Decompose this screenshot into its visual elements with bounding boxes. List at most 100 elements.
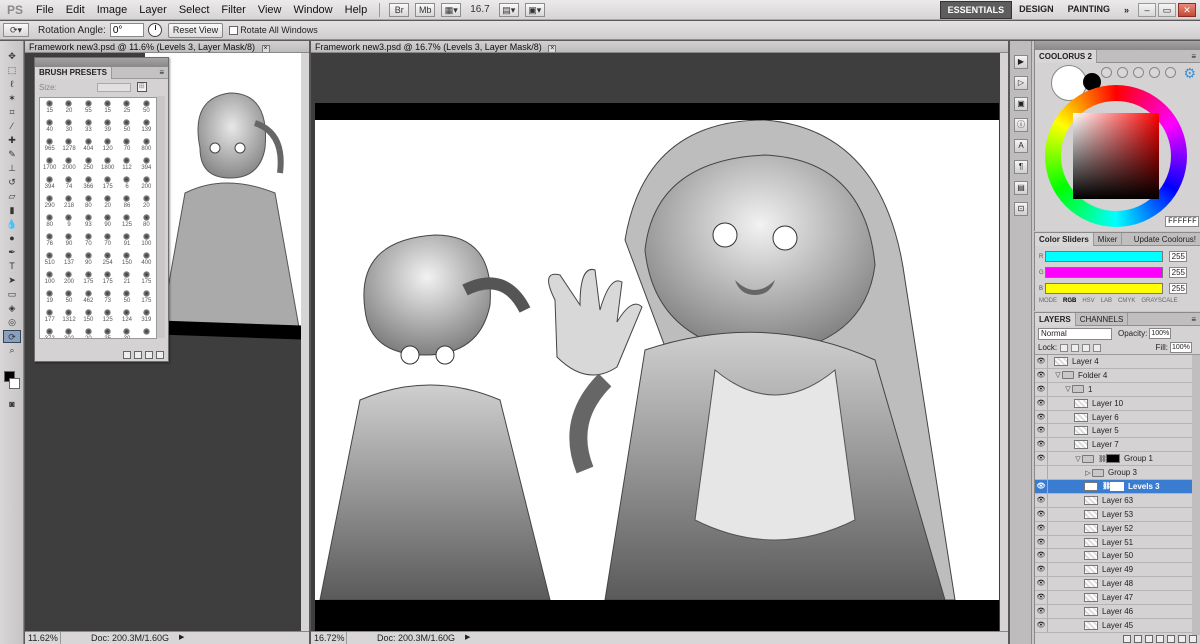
workspace-essentials[interactable]: ESSENTIALS	[939, 1, 1013, 19]
layer-group-row[interactable]: 👁 ▽ ⛓ Group 1	[1035, 452, 1193, 467]
layer-row[interactable]: 👁 Layer 47	[1035, 591, 1193, 606]
brush-preset[interactable]: 50	[137, 98, 156, 117]
color-mode-cmyk[interactable]: CMYK	[1118, 298, 1135, 304]
layer-row[interactable]: 👁 Layer 50	[1035, 549, 1193, 564]
tab-mixer[interactable]: Mixer	[1094, 232, 1123, 246]
brush-panel-toggle-icon[interactable]: ⊞	[136, 82, 147, 92]
green-value-input[interactable]: 255	[1169, 267, 1187, 278]
brush-preset[interactable]: 80	[40, 212, 59, 231]
zoom-level-select[interactable]: 16.7	[470, 4, 489, 15]
zoom-tool-icon[interactable]: ⌕	[3, 344, 21, 357]
brush-preset[interactable]: 90	[79, 250, 98, 269]
close-button[interactable]: ✕	[1178, 3, 1196, 17]
document-canvas-2[interactable]	[311, 53, 1001, 631]
status-menu-arrow-icon[interactable]: ▶	[465, 632, 470, 644]
brush-preset[interactable]: 175	[137, 269, 156, 288]
toolbox-grip[interactable]	[0, 41, 23, 49]
coolorus-tab[interactable]: COOLORUS 2	[1035, 49, 1097, 63]
visibility-eye-icon[interactable]: 👁	[1035, 424, 1048, 438]
levels-adjustment-icon[interactable]	[1084, 481, 1098, 491]
layer-row[interactable]: 👁 Layer 46	[1035, 604, 1193, 619]
layer-thumbnail[interactable]	[1054, 356, 1068, 366]
rotate-all-windows-checkbox[interactable]	[229, 25, 239, 35]
brush-preset[interactable]: 76	[40, 231, 59, 250]
restore-button[interactable]: ▭	[1158, 3, 1176, 17]
eyedropper-tool-icon[interactable]: ⁄	[3, 120, 21, 133]
layer-thumbnail[interactable]	[1074, 412, 1088, 422]
menu-help[interactable]: Help	[339, 0, 374, 20]
brush-preset[interactable]: 6	[117, 174, 136, 193]
close-tab-icon[interactable]: ×	[548, 45, 557, 52]
brush-preset[interactable]: 21	[117, 269, 136, 288]
layer-thumbnail[interactable]	[1074, 440, 1088, 450]
add-mask-icon[interactable]	[1145, 635, 1153, 643]
brush-preset[interactable]: 73	[98, 288, 117, 307]
layer-row[interactable]: 👁 Layer 51	[1035, 535, 1193, 550]
lock-position-icon[interactable]	[1082, 343, 1091, 352]
character-panel-icon[interactable]: A	[1014, 139, 1028, 153]
new-group-icon[interactable]	[1167, 635, 1175, 643]
layer-row[interactable]: 👁 Layer 5	[1035, 424, 1193, 439]
new-layer-icon[interactable]	[1178, 635, 1186, 643]
visibility-eye-icon[interactable]: 👁	[1035, 438, 1048, 452]
menu-view[interactable]: View	[252, 0, 288, 20]
brush-preset[interactable]: 86	[117, 193, 136, 212]
layer-row[interactable]: 👁 Layer 53	[1035, 507, 1193, 522]
visibility-eye-icon[interactable]: 👁	[1035, 410, 1048, 424]
brush-preset[interactable]: 100	[40, 269, 59, 288]
green-slider[interactable]	[1045, 267, 1163, 278]
brush-preset[interactable]: 70	[98, 231, 117, 250]
healing-brush-tool-icon[interactable]: ✚	[3, 134, 21, 147]
brush-preset[interactable]: 90	[59, 231, 78, 250]
crop-tool-icon[interactable]: ⌗	[3, 106, 21, 119]
tab-channels[interactable]: CHANNELS	[1076, 312, 1129, 326]
actions-panel-icon[interactable]: ▷	[1014, 76, 1028, 90]
tool-presets-panel-icon[interactable]: ▤	[1014, 181, 1028, 195]
layer-thumbnail[interactable]	[1084, 551, 1098, 561]
brush-preset[interactable]: 400	[137, 250, 156, 269]
brush-preset[interactable]: 74	[59, 174, 78, 193]
opacity-input[interactable]: 100%	[1149, 328, 1172, 339]
screen-mode-button[interactable]: ▣▾	[524, 2, 545, 17]
menu-layer[interactable]: Layer	[133, 0, 173, 20]
path-selection-tool-icon[interactable]: ➤	[3, 274, 21, 287]
brush-preset[interactable]: 319	[137, 307, 156, 326]
layer-row[interactable]: 👁 Layer 63	[1035, 493, 1193, 508]
layer-thumbnail[interactable]	[1084, 606, 1098, 616]
brush-preset[interactable]: 33	[79, 117, 98, 136]
visibility-eye-icon[interactable]: 👁	[1035, 591, 1048, 605]
brush-preset[interactable]: 404	[79, 136, 98, 155]
view-extras-button[interactable]: ▦▾	[441, 2, 462, 17]
brush-grid-icon[interactable]	[134, 351, 142, 359]
panel-menu-icon[interactable]: ≡	[1191, 315, 1200, 324]
brush-preset[interactable]: 1312	[59, 307, 78, 326]
brush-preset[interactable]: 80	[137, 212, 156, 231]
blue-value-input[interactable]: 255	[1169, 283, 1187, 294]
layer-thumbnail[interactable]	[1084, 579, 1098, 589]
document-tab-1[interactable]: Framework new3.psd @ 11.6% (Levels 3, La…	[25, 41, 309, 53]
brush-preset[interactable]: 20	[98, 193, 117, 212]
hex-color-input[interactable]: FFFFFF	[1165, 216, 1199, 227]
3d-orbit-tool-icon[interactable]: ◎	[3, 316, 21, 329]
brush-preset[interactable]: 200	[59, 269, 78, 288]
background-color-swatch[interactable]	[9, 378, 20, 389]
brush-preset[interactable]: 394	[137, 155, 156, 174]
status-menu-arrow-icon[interactable]: ▶	[179, 632, 184, 644]
brush-preset[interactable]: 150	[79, 307, 98, 326]
info-panel-icon[interactable]: ⓘ	[1014, 118, 1028, 132]
brush-preset[interactable]: 1278	[59, 136, 78, 155]
arrange-documents-button[interactable]: ▤▾	[498, 2, 519, 17]
color-preset-dot[interactable]	[1133, 67, 1144, 78]
quick-mask-icon[interactable]: ◙	[3, 398, 21, 411]
expand-down-icon[interactable]: ▽	[1054, 371, 1062, 379]
brush-preset[interactable]: 175	[137, 288, 156, 307]
marquee-tool-icon[interactable]: ⬚	[3, 64, 21, 77]
panel-menu-icon[interactable]: ≡	[1191, 52, 1200, 61]
link-layers-icon[interactable]	[1123, 635, 1131, 643]
zoom-percentage[interactable]: 16.72%	[311, 632, 347, 644]
brush-preset[interactable]: 55	[79, 98, 98, 117]
brush-presets-scrollbar[interactable]	[157, 96, 165, 338]
visibility-eye-icon[interactable]	[1035, 466, 1048, 480]
brush-preset[interactable]: 91	[117, 231, 136, 250]
update-coolorus-link[interactable]: Update Coolorus!	[1130, 233, 1200, 246]
